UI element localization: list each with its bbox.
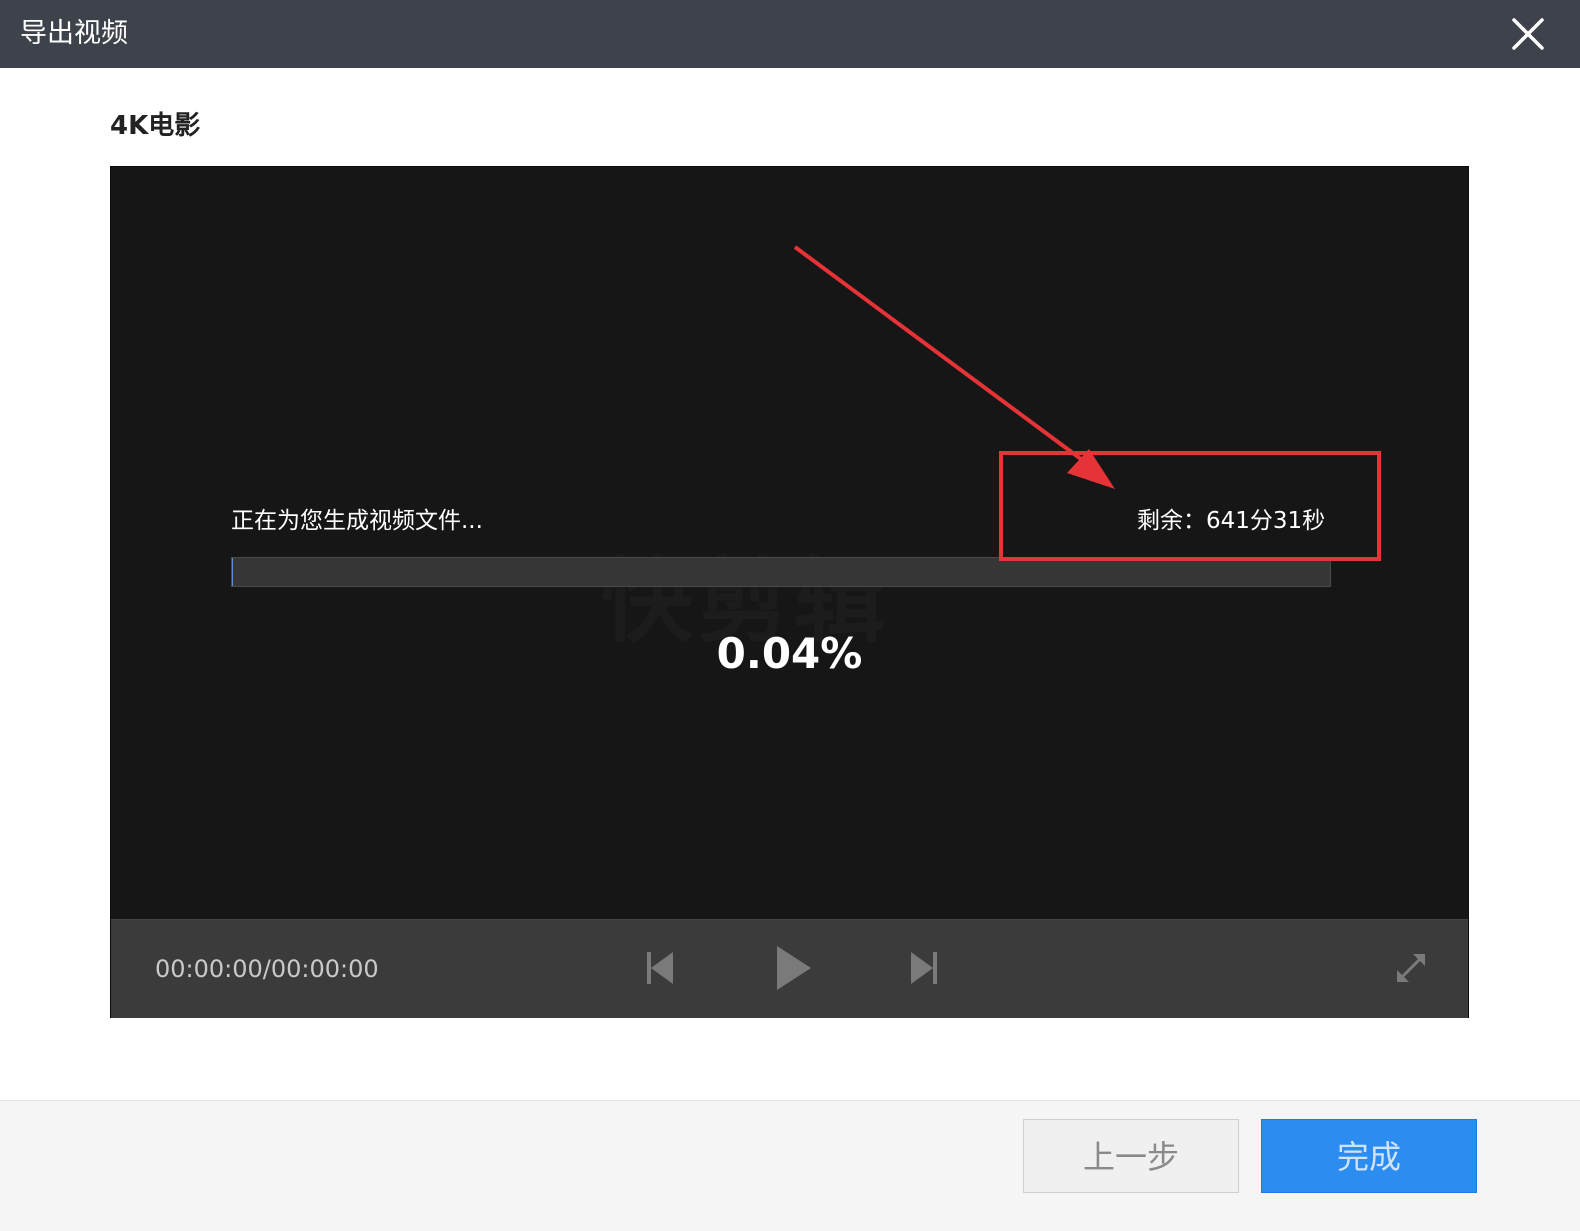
export-progress-bar	[231, 557, 1331, 587]
skip-previous-icon[interactable]	[645, 948, 677, 988]
progress-percent: 0.04%	[111, 629, 1468, 679]
video-preview-player: 快剪辑 正在为您生成视频文件... 剩余：641分31秒 0.04% 00:00…	[110, 166, 1469, 1018]
dialog-footer: 上一步 完成	[0, 1100, 1580, 1231]
skip-next-icon[interactable]	[907, 948, 939, 988]
export-status-text: 正在为您生成视频文件...	[231, 505, 483, 537]
project-title: 4K电影	[110, 108, 200, 144]
title-bar: 导出视频	[0, 0, 1580, 68]
window-title: 导出视频	[20, 16, 128, 52]
close-icon[interactable]	[1508, 14, 1548, 54]
player-controls-bar: 00:00:00/00:00:00	[111, 919, 1468, 1018]
annotation-highlight-box	[999, 451, 1381, 561]
play-icon[interactable]	[775, 944, 813, 992]
playback-timecode: 00:00:00/00:00:00	[155, 952, 379, 986]
fullscreen-icon[interactable]	[1393, 950, 1429, 986]
done-button[interactable]: 完成	[1261, 1119, 1477, 1193]
previous-step-button[interactable]: 上一步	[1023, 1119, 1239, 1193]
